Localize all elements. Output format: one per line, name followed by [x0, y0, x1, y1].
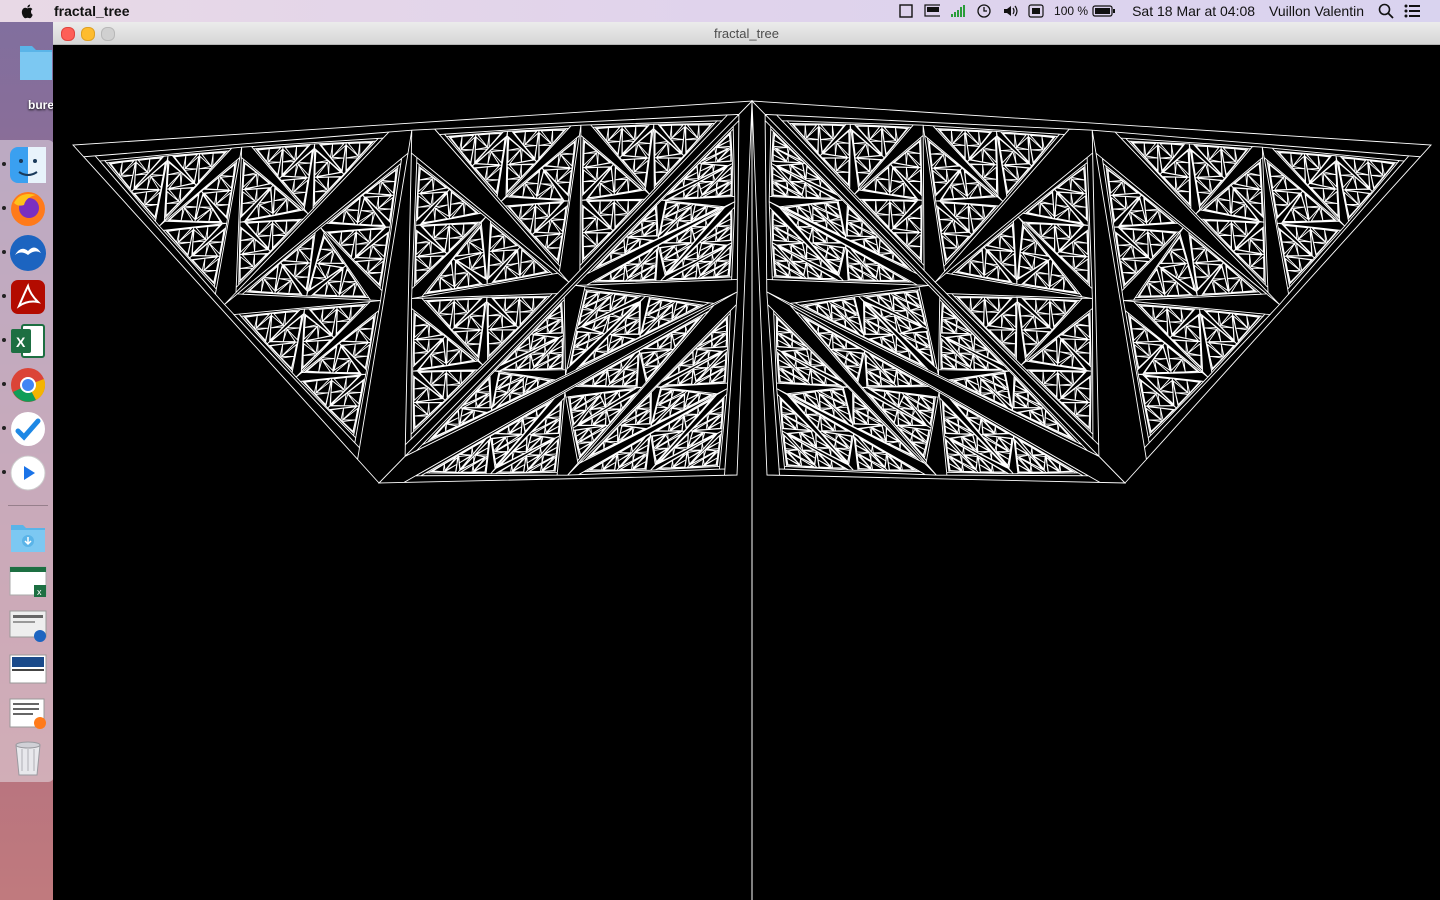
desktop-folder-label[interactable]: bure: [28, 98, 54, 112]
window-titlebar[interactable]: fractal_tree: [53, 22, 1440, 45]
dock: X x: [0, 140, 54, 782]
screenshot-icon[interactable]: [8, 649, 48, 689]
chrome-icon[interactable]: [8, 365, 48, 405]
app-window: fractal_tree: [53, 22, 1440, 900]
running-indicator: [2, 250, 6, 254]
window-icon[interactable]: [898, 4, 914, 18]
quicktime-icon[interactable]: [8, 453, 48, 493]
apple-menu-icon[interactable]: [20, 3, 36, 19]
trash-icon[interactable]: [8, 737, 48, 777]
svg-text:X: X: [16, 334, 26, 350]
time-machine-icon[interactable]: [976, 4, 992, 18]
svg-text:x: x: [37, 587, 42, 597]
document-preview-icon[interactable]: [8, 605, 48, 645]
spotlight-search-icon[interactable]: [1378, 3, 1394, 19]
menu-bar: fractal_tree 100 % Sat 18 Mar at 04:08 V…: [0, 0, 1440, 22]
running-indicator: [2, 382, 6, 386]
volume-icon[interactable]: [1002, 4, 1018, 18]
app-name-menu[interactable]: fractal_tree: [54, 3, 130, 19]
keyboard-input-icon[interactable]: [1028, 4, 1044, 18]
running-indicator: [2, 206, 6, 210]
display-icon[interactable]: [924, 4, 941, 18]
running-indicator: [2, 338, 6, 342]
excel-document-icon[interactable]: x: [8, 561, 48, 601]
toolbox-icon[interactable]: [8, 409, 48, 449]
downloads-folder-icon[interactable]: [8, 517, 48, 557]
firefox-document-icon[interactable]: [8, 693, 48, 733]
window-title: fractal_tree: [713, 26, 780, 41]
finder-icon[interactable]: [8, 145, 48, 185]
user-name[interactable]: Vuillon Valentin: [1269, 3, 1364, 19]
firefox-icon[interactable]: [8, 189, 48, 229]
signal-icon[interactable]: [950, 4, 966, 18]
running-indicator: [2, 294, 6, 298]
battery-icon[interactable]: [1092, 4, 1116, 18]
fractal-canvas: [53, 45, 1440, 900]
battery-percentage[interactable]: 100 %: [1054, 4, 1088, 18]
excel-icon[interactable]: X: [8, 321, 48, 361]
running-indicator: [2, 426, 6, 430]
openoffice-icon[interactable]: [8, 233, 48, 273]
notification-center-icon[interactable]: [1404, 4, 1420, 18]
running-indicator: [2, 470, 6, 474]
acrobat-reader-icon[interactable]: [8, 277, 48, 317]
dock-separator: [8, 505, 48, 506]
date-time[interactable]: Sat 18 Mar at 04:08: [1132, 3, 1255, 19]
running-indicator: [2, 162, 6, 166]
desktop-folder-icon[interactable]: [18, 40, 54, 84]
